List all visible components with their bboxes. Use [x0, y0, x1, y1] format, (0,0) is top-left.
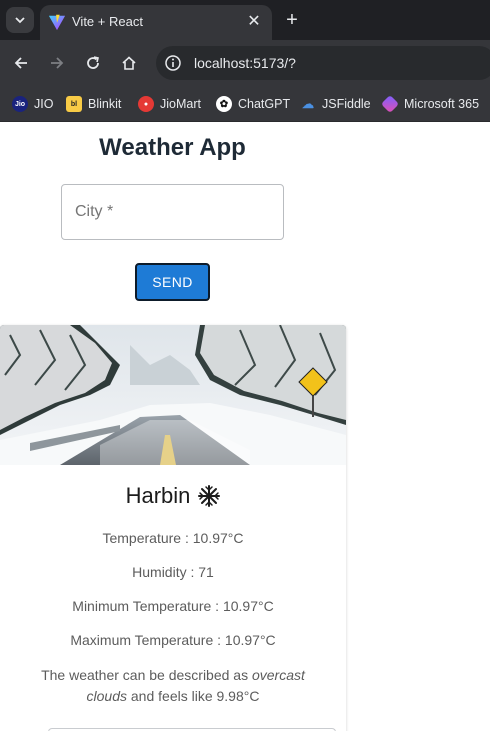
- url-text: localhost:5173/?: [194, 55, 296, 71]
- bookmark-label: Blinkit: [88, 97, 122, 111]
- max-temperature-text: Maximum Temperature : 10.97°C: [70, 632, 276, 648]
- city-input[interactable]: [62, 185, 283, 239]
- bookmark-microsoft365[interactable]: Microsoft 365: [380, 92, 480, 116]
- bookmark-jsfiddle[interactable]: ☁ JSFiddle: [300, 92, 371, 116]
- bookmark-label: JIO: [34, 97, 54, 111]
- weather-description: The weather can be described as overcast…: [30, 665, 316, 707]
- snowy-road-image: [0, 325, 346, 465]
- page-title: Weather App: [99, 134, 246, 161]
- bookmark-label: Microsoft 365: [404, 97, 480, 111]
- bookmark-jiomart[interactable]: ● JioMart: [138, 92, 201, 116]
- bookmark-label: JSFiddle: [322, 97, 371, 111]
- min-temperature-text: Minimum Temperature : 10.97°C: [72, 598, 274, 614]
- browser-toolbar: localhost:5173/?: [0, 40, 490, 86]
- page-content: Weather App SEND: [0, 122, 490, 731]
- close-tab-icon[interactable]: ✕: [244, 11, 264, 31]
- snowflake-icon: [198, 485, 221, 507]
- browser-chrome: Vite + React ✕ + localhost:5173/? Jio JI…: [0, 0, 490, 122]
- temperature-text: Temperature : 10.97°C: [102, 530, 244, 546]
- city-field[interactable]: [61, 184, 284, 240]
- forward-icon[interactable]: [44, 50, 70, 76]
- jiomart-icon: ●: [138, 96, 154, 112]
- active-tab[interactable]: Vite + React ✕: [40, 5, 272, 40]
- bookmarks-bar: Jio JIO bl Blinkit ● JioMart ✿ ChatGPT ☁…: [0, 86, 490, 122]
- microsoft365-icon: [380, 94, 400, 114]
- chatgpt-icon: ✿: [216, 96, 232, 112]
- reload-icon[interactable]: [80, 50, 106, 76]
- city-heading: Harbin: [0, 483, 346, 509]
- address-bar[interactable]: localhost:5173/?: [156, 46, 490, 80]
- weather-card: Harbin Temperature : 10.97°C Humidity : …: [0, 325, 346, 731]
- jio-icon: Jio: [12, 96, 28, 112]
- city-name: Harbin: [125, 483, 191, 508]
- back-icon[interactable]: [8, 50, 34, 76]
- humidity-text: Humidity : 71: [132, 564, 214, 580]
- tab-title: Vite + React: [72, 14, 143, 29]
- bookmark-blinkit[interactable]: bl Blinkit: [66, 92, 121, 116]
- description-suffix: and feels like 9.98°C: [127, 688, 260, 704]
- new-tab-icon[interactable]: +: [280, 8, 304, 32]
- description-prefix: The weather can be described as: [41, 667, 252, 683]
- bookmark-label: JioMart: [160, 97, 201, 111]
- tab-search-icon[interactable]: [6, 7, 34, 33]
- jsfiddle-icon: ☁: [302, 97, 314, 111]
- home-icon[interactable]: [116, 50, 142, 76]
- blinkit-icon: bl: [66, 96, 82, 112]
- bookmark-label: ChatGPT: [238, 97, 291, 111]
- bookmark-jio[interactable]: Jio JIO: [12, 92, 53, 116]
- bookmark-chatgpt[interactable]: ✿ ChatGPT: [216, 92, 290, 116]
- vite-icon: [48, 14, 66, 31]
- site-info-icon[interactable]: [164, 54, 182, 72]
- tab-strip: Vite + React ✕ +: [0, 0, 490, 40]
- send-button[interactable]: SEND: [135, 263, 210, 301]
